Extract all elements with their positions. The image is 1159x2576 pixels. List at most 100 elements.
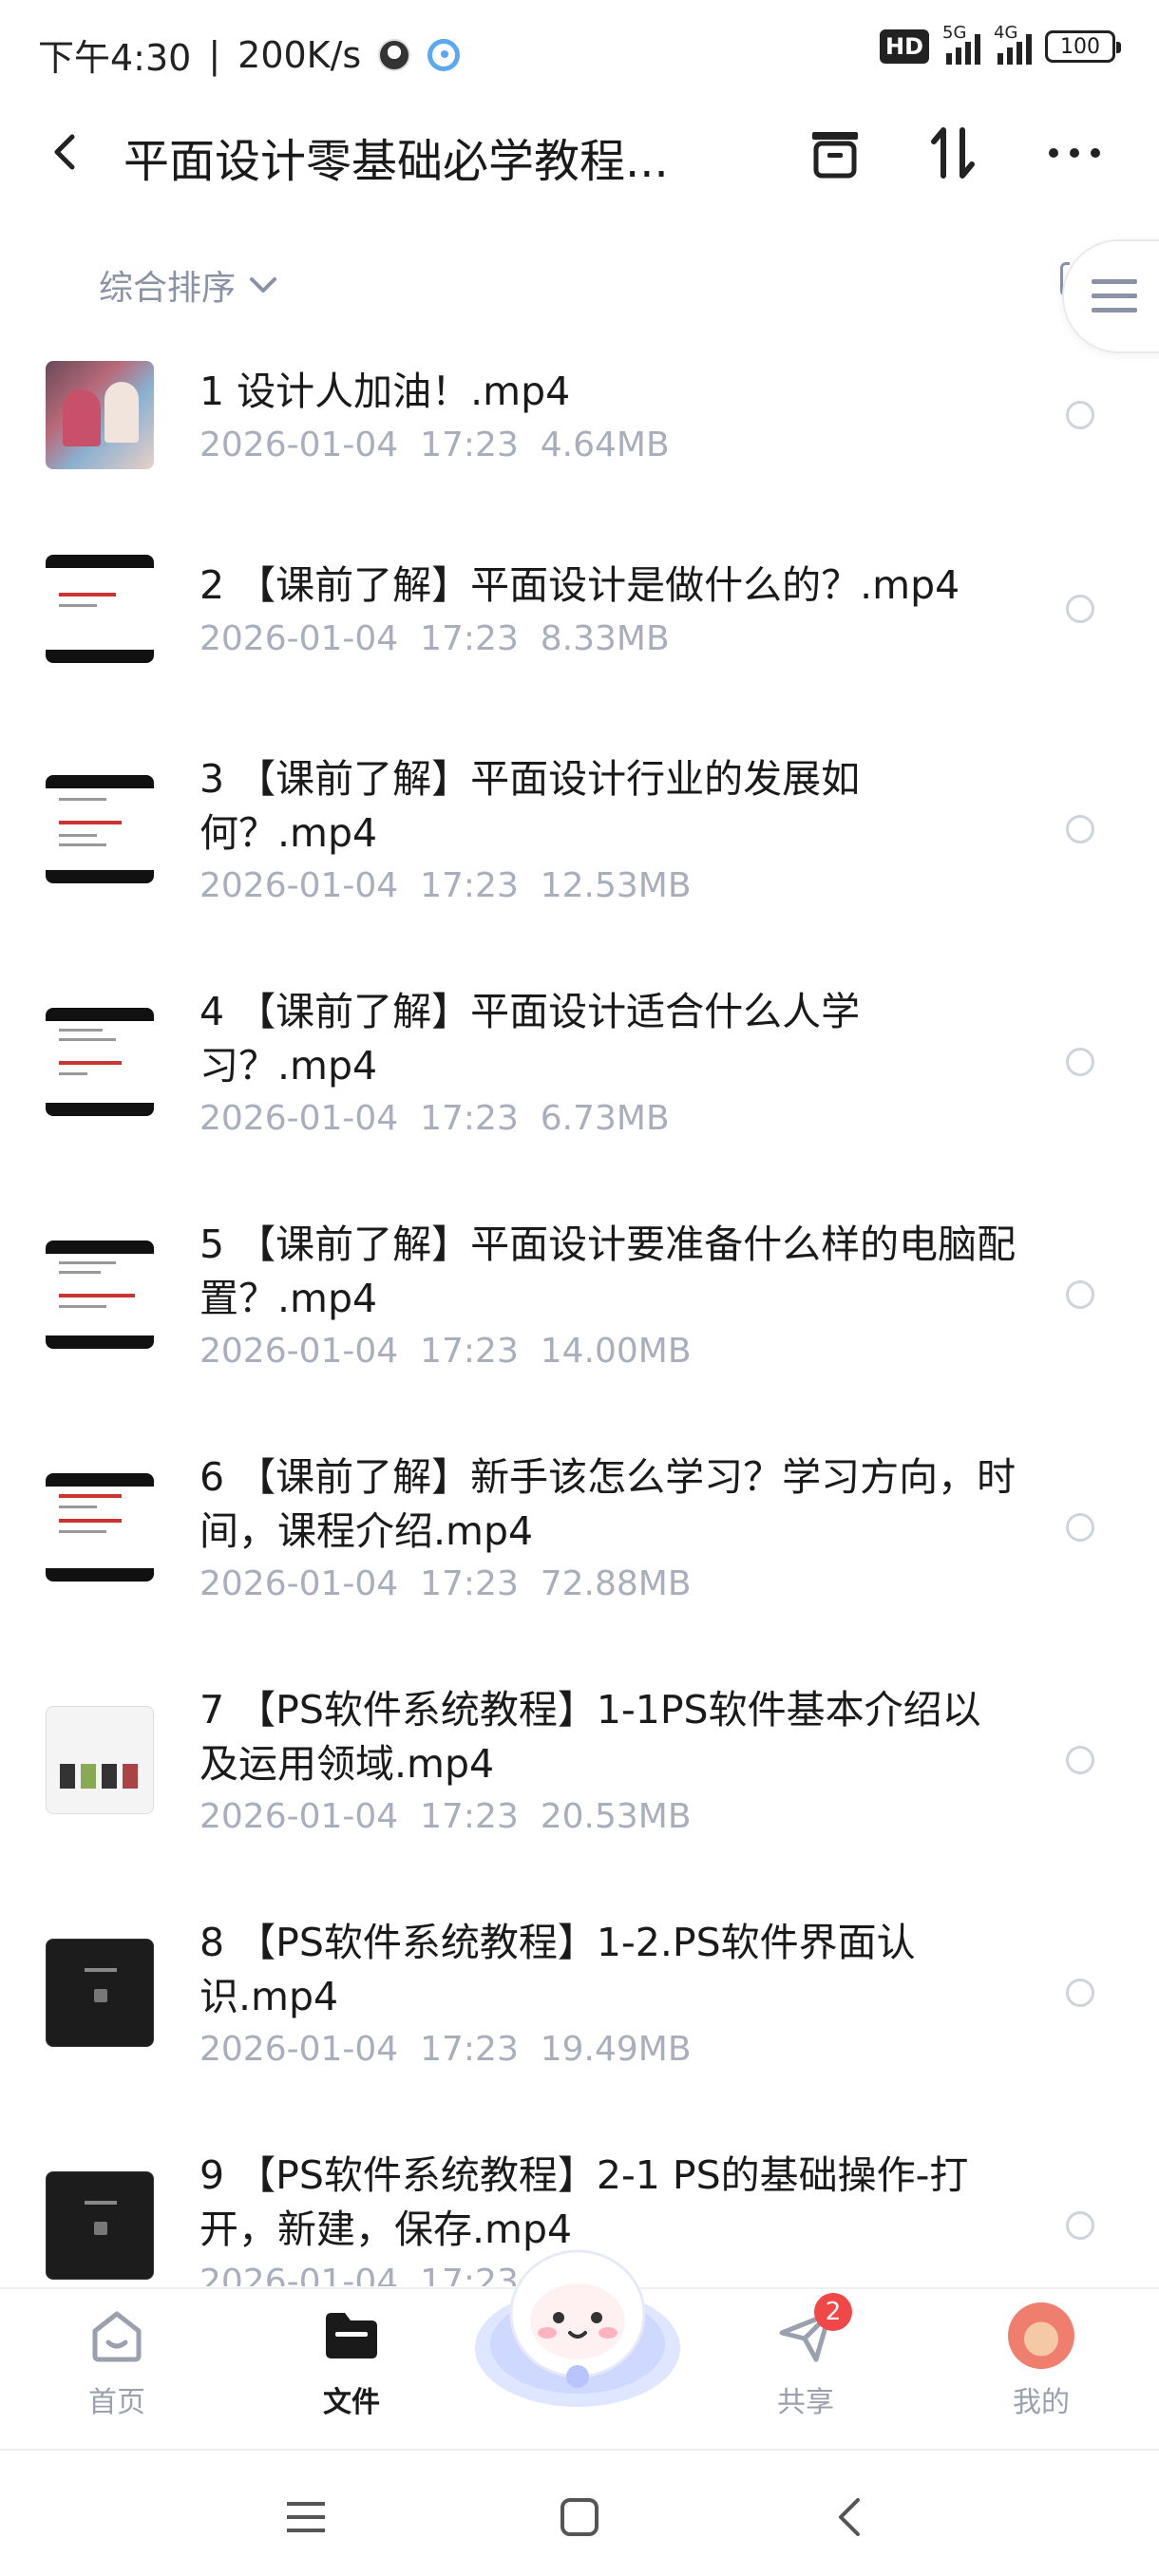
- file-date: 2026-01-04: [200, 1099, 399, 1138]
- file-date: 2026-01-04: [200, 1797, 399, 1836]
- file-meta: 2026-01-04 17:23 6.73MB: [200, 1099, 670, 1138]
- hd-icon: HD: [879, 29, 929, 64]
- send-icon: 2: [772, 2293, 852, 2369]
- signal-4g-icon: 4G: [994, 23, 1032, 65]
- video-thumbnail: [46, 1473, 154, 1582]
- file-name: 8 【PS软件系统教程】1-2.PS软件界面认识.mp4: [200, 1920, 916, 2019]
- file-time: 17:23: [420, 1099, 519, 1138]
- file-size: 4.64MB: [540, 426, 670, 464]
- recent-apps-icon[interactable]: [277, 2489, 334, 2546]
- file-name: 6 【课前了解】新手该怎么学习？学习方向，时间，课程介绍.mp4: [200, 1454, 1016, 1554]
- status-left: 下午4:30 | 200K/s: [38, 28, 461, 81]
- battery-icon: 100: [1045, 30, 1121, 63]
- file-date: 2026-01-04: [200, 426, 399, 464]
- file-size: 20.53MB: [540, 1797, 692, 1836]
- file-size: 72.88MB: [540, 1564, 692, 1603]
- status-separator: |: [208, 33, 221, 76]
- status-time: 下午4:30: [38, 37, 192, 79]
- select-radio[interactable]: [1066, 815, 1094, 843]
- select-radio[interactable]: [1066, 1979, 1094, 2007]
- nav-files[interactable]: 文件: [285, 2302, 418, 2420]
- video-thumbnail: [46, 555, 154, 663]
- nav-files-label: 文件: [323, 2386, 380, 2419]
- archive-icon[interactable]: [804, 122, 866, 184]
- signal-5g-icon: 5G: [942, 23, 980, 65]
- folder-icon: [318, 2302, 385, 2369]
- file-name: 2 【课前了解】平面设计是做什么的？.mp4: [200, 562, 960, 608]
- file-meta: 2026-01-04 17:23 12.53MB: [200, 866, 692, 905]
- sort-label: 综合排序: [99, 269, 237, 308]
- file-size: 14.00MB: [540, 1332, 692, 1371]
- avatar: [1008, 2302, 1074, 2369]
- file-time: 17:23: [420, 1564, 519, 1603]
- select-radio[interactable]: [1066, 1746, 1094, 1774]
- select-radio[interactable]: [1066, 1280, 1094, 1309]
- file-time: 17:23: [420, 1332, 519, 1371]
- file-size: 8.33MB: [540, 619, 670, 658]
- home-button-icon[interactable]: [551, 2489, 608, 2546]
- file-time: 17:23: [420, 866, 519, 905]
- select-radio[interactable]: [1066, 1513, 1094, 1542]
- chevron-down-icon: [250, 277, 277, 293]
- app-notification-icon: [378, 38, 411, 71]
- select-radio[interactable]: [1066, 1048, 1094, 1076]
- video-thumbnail: [46, 775, 154, 883]
- page-title: 平面设计零基础必学教程...: [124, 135, 669, 188]
- system-nav-bar: [0, 2449, 1159, 2576]
- file-date: 2026-01-04: [200, 866, 399, 905]
- select-radio[interactable]: [1066, 401, 1094, 429]
- select-radio[interactable]: [1066, 595, 1094, 623]
- file-time: 17:23: [420, 426, 519, 464]
- select-radio[interactable]: [1066, 2211, 1094, 2240]
- nav-share[interactable]: 2 共享: [739, 2293, 872, 2420]
- video-thumbnail: [46, 2171, 154, 2280]
- file-date: 2026-01-04: [200, 2030, 399, 2069]
- file-name: 3 【课前了解】平面设计行业的发展如何？.mp4: [200, 756, 861, 856]
- file-size: 19.49MB: [540, 2030, 692, 2069]
- file-meta: 2026-01-04 17:23 14.00MB: [200, 1332, 692, 1371]
- video-thumbnail: [46, 1706, 154, 1814]
- file-name: 5 【课前了解】平面设计要准备什么样的电脑配置？.mp4: [200, 1222, 1016, 1321]
- header: 平面设计零基础必学教程...: [0, 104, 1159, 199]
- video-thumbnail: [46, 361, 154, 469]
- app-notification-icon-2: [428, 38, 461, 71]
- sort-icon[interactable]: [922, 122, 984, 184]
- nav-mine[interactable]: 我的: [975, 2302, 1108, 2420]
- notification-badge: 2: [814, 2293, 852, 2331]
- file-name: 4 【课前了解】平面设计适合什么人学习？.mp4: [200, 989, 861, 1089]
- video-thumbnail: [46, 1939, 154, 2047]
- status-right: HD 5G 4G 100: [879, 23, 1121, 65]
- back-button-icon[interactable]: [821, 2489, 878, 2546]
- file-list: 1 设计人加油！.mp4 2026-01-04 17:23 4.64MB 2 【…: [0, 334, 1159, 2286]
- file-meta: 2026-01-04 17:23 4.64MB: [200, 426, 670, 464]
- assistant-mascot-button[interactable]: [471, 2234, 684, 2415]
- file-date: 2026-01-04: [200, 2263, 399, 2286]
- menu-icon: [1092, 279, 1137, 313]
- file-size: 12.53MB: [540, 866, 692, 905]
- nav-home-label: 首页: [88, 2386, 145, 2419]
- back-icon[interactable]: [46, 131, 87, 173]
- video-thumbnail: [46, 1241, 154, 1349]
- file-meta: 2026-01-04 17:23 72.88MB: [200, 1564, 692, 1603]
- nav-home[interactable]: 首页: [50, 2302, 183, 2420]
- file-time: 17:23: [420, 2030, 519, 2069]
- file-meta: 2026-01-04 17:23 19.49MB: [200, 2030, 692, 2069]
- file-date: 2026-01-04: [200, 1332, 399, 1371]
- file-date: 2026-01-04: [200, 619, 399, 658]
- file-time: 17:23: [420, 1797, 519, 1836]
- more-icon[interactable]: [1043, 122, 1106, 184]
- signal-5g-label: 5G: [942, 23, 967, 43]
- home-icon: [84, 2302, 150, 2369]
- status-bar: 下午4:30 | 200K/s HD 5G 4G 100: [0, 0, 1159, 104]
- file-size: 6.73MB: [540, 1099, 670, 1138]
- file-time: 17:23: [420, 619, 519, 658]
- status-speed: 200K/s: [238, 33, 362, 76]
- signal-4g-label: 4G: [994, 23, 1018, 43]
- file-name: 1 设计人加油！.mp4: [200, 369, 571, 414]
- nav-share-label: 共享: [777, 2386, 834, 2419]
- sort-dropdown[interactable]: 综合排序: [99, 260, 277, 310]
- nav-mine-label: 我的: [1013, 2386, 1070, 2419]
- video-thumbnail: [46, 1008, 154, 1116]
- file-date: 2026-01-04: [200, 1564, 399, 1603]
- file-name: 7 【PS软件系统教程】1-1PS软件基本介绍以及运用领域.mp4: [200, 1687, 981, 1787]
